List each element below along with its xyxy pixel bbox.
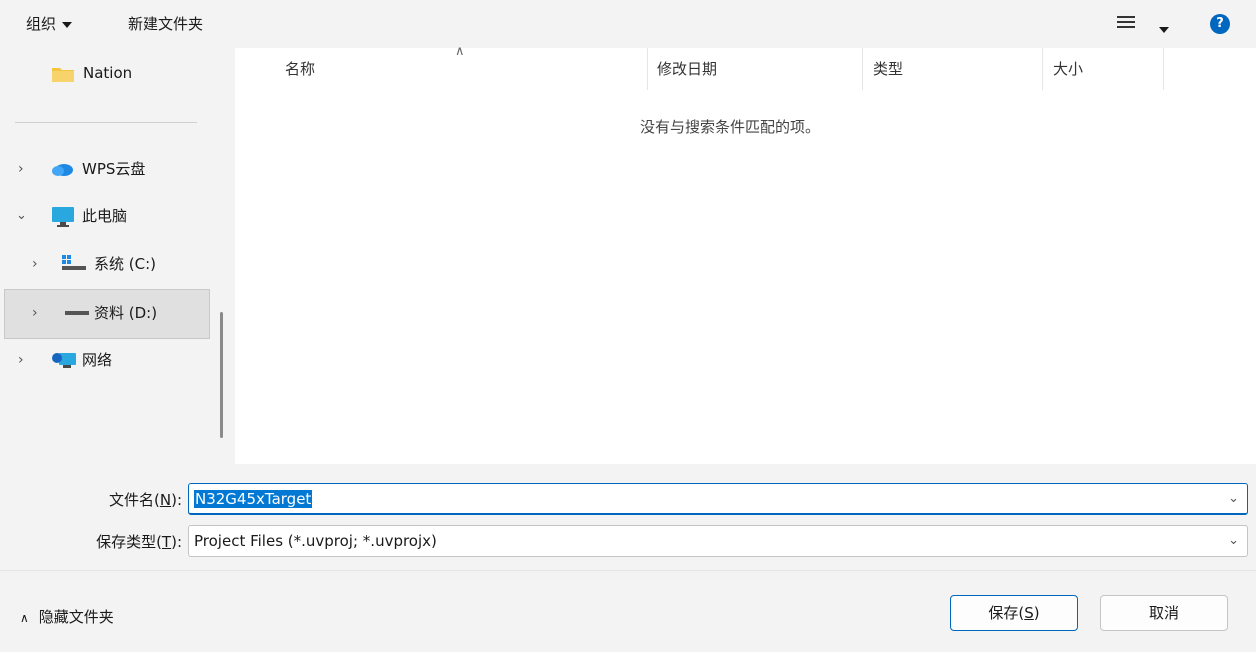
column-header-date[interactable]: 修改日期 bbox=[657, 48, 717, 90]
nav-item-network[interactable]: › 网络 bbox=[4, 338, 208, 382]
filetype-select[interactable]: Project Files (*.uvproj; *.uvprojx) ⌄ bbox=[188, 525, 1248, 557]
chevron-right-icon[interactable]: › bbox=[32, 290, 38, 336]
save-label-suffix: ) bbox=[1033, 604, 1040, 622]
nav-item-label: 此电脑 bbox=[82, 207, 128, 225]
cancel-button[interactable]: 取消 bbox=[1100, 595, 1228, 631]
chevron-right-icon[interactable]: › bbox=[18, 338, 24, 382]
nav-item-label: 资料 (D:) bbox=[94, 304, 158, 322]
toolbar: 组织 新建文件夹 ? bbox=[0, 0, 1256, 48]
folder-icon bbox=[52, 68, 74, 82]
list-view-icon bbox=[1117, 16, 1135, 30]
new-folder-button[interactable]: 新建文件夹 bbox=[128, 10, 203, 38]
organize-button[interactable]: 组织 bbox=[26, 10, 73, 38]
empty-message: 没有与搜索条件匹配的项。 bbox=[640, 118, 821, 136]
view-dropdown-button[interactable] bbox=[1153, 20, 1169, 38]
filename-label: 文件名(N): bbox=[60, 489, 182, 510]
save-button[interactable]: 保存(S) bbox=[950, 595, 1078, 631]
filename-accesskey: N bbox=[159, 491, 172, 509]
filetype-value: Project Files (*.uvproj; *.uvprojx) bbox=[194, 532, 437, 550]
column-header-size[interactable]: 大小 bbox=[1053, 48, 1083, 90]
hide-folders-label: 隐藏文件夹 bbox=[38, 608, 114, 626]
network-icon bbox=[52, 353, 76, 368]
chevron-right-icon[interactable]: › bbox=[32, 242, 38, 286]
nav-item-drive-c[interactable]: › 系统 (C:) bbox=[4, 242, 208, 286]
column-divider[interactable] bbox=[1042, 48, 1043, 90]
chevron-down-icon bbox=[1159, 26, 1169, 33]
filename-value: N32G45xTarget bbox=[194, 490, 313, 508]
save-accesskey: S bbox=[1024, 604, 1034, 622]
drive-icon bbox=[65, 311, 89, 315]
filetype-label-suffix: ): bbox=[171, 533, 182, 551]
chevron-down-icon[interactable]: ⌄ bbox=[1228, 484, 1239, 514]
chevron-down-icon[interactable]: ⌄ bbox=[1228, 526, 1239, 556]
chevron-down-icon[interactable]: ⌄ bbox=[16, 194, 27, 238]
nav-item-label: WPS云盘 bbox=[82, 160, 146, 178]
nav-separator bbox=[15, 122, 197, 123]
nav-item-drive-d[interactable]: › 资料 (D:) bbox=[4, 289, 210, 339]
view-options-button[interactable] bbox=[1117, 16, 1135, 30]
help-icon[interactable]: ? bbox=[1210, 14, 1230, 34]
nav-scrollbar[interactable] bbox=[220, 312, 223, 438]
nav-item-nation[interactable]: Nation bbox=[50, 62, 240, 84]
organize-label: 组织 bbox=[26, 15, 57, 33]
filename-label-text: 文件名( bbox=[109, 491, 160, 509]
column-divider[interactable] bbox=[1163, 48, 1164, 90]
filetype-label: 保存类型(T): bbox=[60, 531, 182, 552]
windows-drive-icon bbox=[62, 255, 86, 270]
column-divider[interactable] bbox=[647, 48, 648, 90]
column-header-name[interactable]: 名称 bbox=[285, 48, 315, 90]
computer-icon bbox=[52, 207, 74, 227]
filetype-accesskey: T bbox=[161, 533, 172, 551]
cloud-icon bbox=[52, 164, 73, 176]
nav-item-label: 系统 (C:) bbox=[94, 255, 156, 273]
sort-ascending-icon: ∧ bbox=[455, 44, 465, 59]
chevron-up-icon: ∧ bbox=[20, 611, 29, 625]
column-divider[interactable] bbox=[862, 48, 863, 90]
chevron-right-icon[interactable]: › bbox=[18, 147, 24, 191]
nav-item-wps-cloud[interactable]: › WPS云盘 bbox=[4, 147, 208, 191]
nav-item-label: 网络 bbox=[82, 351, 113, 369]
filetype-label-text: 保存类型( bbox=[96, 533, 162, 551]
filename-label-suffix: ): bbox=[171, 491, 182, 509]
nav-item-this-pc[interactable]: ⌄ 此电脑 bbox=[4, 194, 208, 238]
column-header-type[interactable]: 类型 bbox=[873, 48, 903, 90]
nav-item-label: Nation bbox=[83, 64, 133, 82]
save-label: 保存( bbox=[988, 604, 1025, 622]
file-list bbox=[235, 48, 1256, 464]
filename-input[interactable]: N32G45xTarget ⌄ bbox=[188, 483, 1248, 515]
hide-folders-button[interactable]: ∧ 隐藏文件夹 bbox=[20, 606, 114, 629]
chevron-down-icon bbox=[62, 21, 73, 28]
